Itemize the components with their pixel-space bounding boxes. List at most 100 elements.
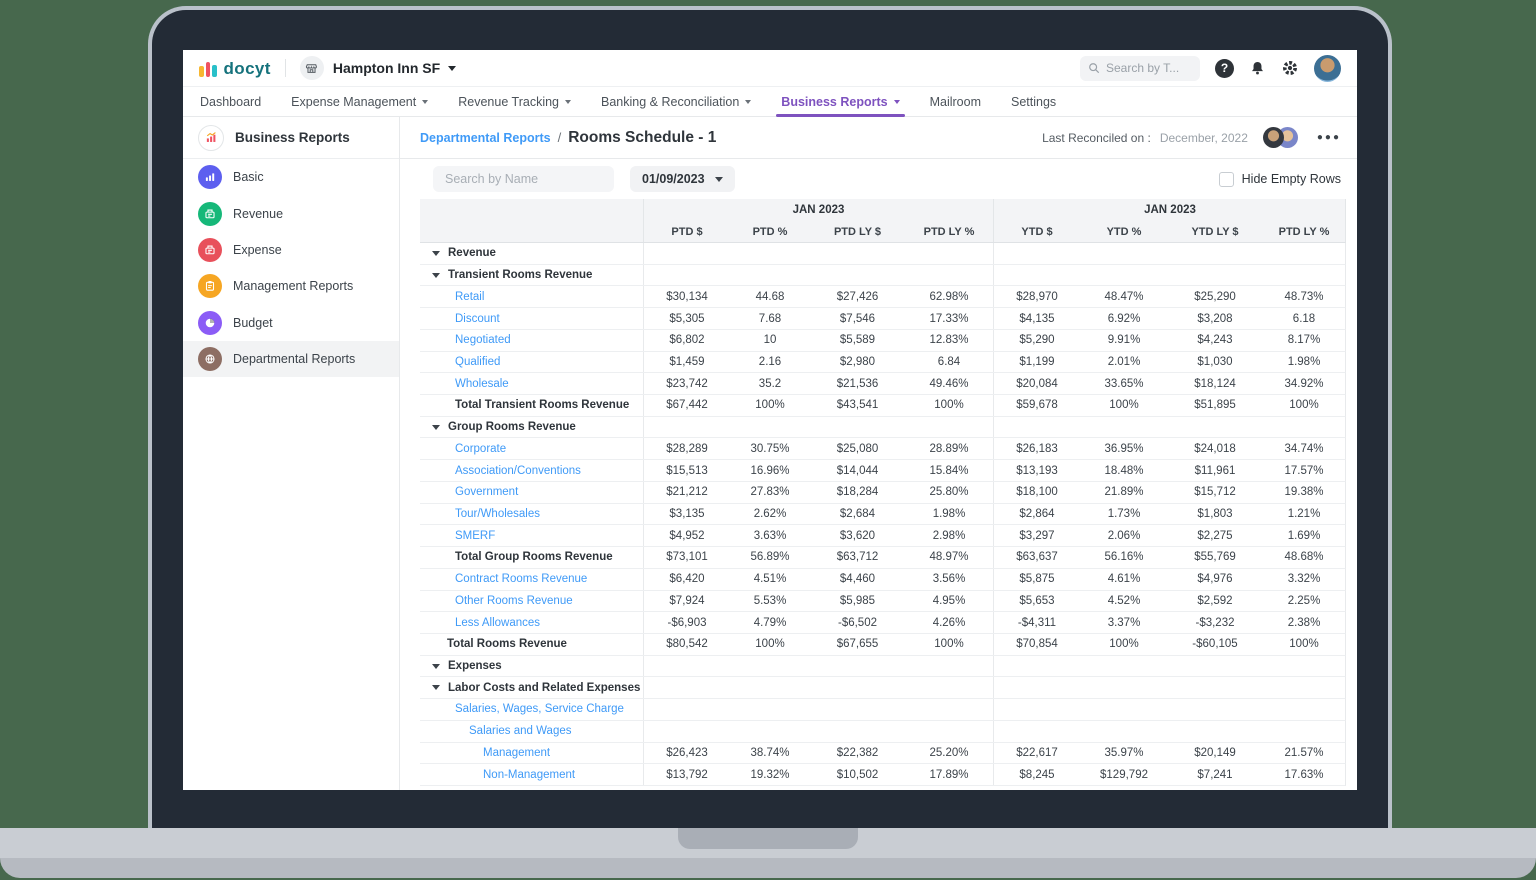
row-label[interactable]: Negotiated [455, 334, 511, 346]
value-cell: $2,684 [810, 504, 905, 525]
value-cell [993, 677, 1080, 698]
row-label[interactable]: Retail [455, 291, 484, 303]
collapse-caret-icon[interactable] [432, 273, 440, 278]
value-cell: 2.98% [905, 525, 993, 546]
nav-tab-banking-reconciliation[interactable]: Banking & Reconciliation [586, 87, 766, 116]
value-cell: $15,513 [643, 460, 730, 481]
value-cell: 100% [730, 634, 810, 655]
value-cell [1080, 721, 1168, 742]
value-cell: $28,289 [643, 438, 730, 459]
sidebar-item-budget[interactable]: Budget [183, 305, 399, 341]
value-cell [1168, 417, 1262, 438]
sidebar-item-expense[interactable]: Expense [183, 232, 399, 268]
bell-icon[interactable] [1249, 60, 1266, 76]
row-label[interactable]: Other Rooms Revenue [455, 595, 573, 607]
nav-tab-expense-management[interactable]: Expense Management [276, 87, 443, 116]
business-name[interactable]: Hampton Inn SF [333, 60, 440, 76]
value-cell [1168, 265, 1262, 286]
group-header: JAN 2023 [643, 199, 993, 221]
row-label[interactable]: Less Allowances [455, 617, 540, 629]
row-label-cell: Total Group Rooms Revenue [420, 547, 643, 568]
value-cell: $21,536 [810, 373, 905, 394]
value-cell: 2.01% [1080, 352, 1168, 373]
row-label[interactable]: Non-Management [483, 769, 575, 781]
value-cell: 100% [905, 634, 993, 655]
laptop-base-lip [0, 858, 1536, 878]
value-cell: $55,769 [1168, 547, 1262, 568]
value-cell: $59,678 [993, 395, 1080, 416]
value-cell [810, 656, 905, 677]
chevron-down-icon[interactable] [448, 66, 456, 71]
collapse-caret-icon[interactable] [432, 664, 440, 669]
hide-empty-rows-checkbox[interactable] [1219, 172, 1234, 187]
nav-tab-label: Business Reports [781, 95, 887, 109]
row-label[interactable]: Wholesale [455, 378, 509, 390]
value-cell: 1.69% [1262, 525, 1346, 546]
value-cell: 2.38% [1262, 612, 1346, 633]
value-cell [1262, 265, 1346, 286]
nav-tab-business-reports[interactable]: Business Reports [766, 87, 914, 116]
more-menu-icon[interactable]: ●●● [1317, 132, 1341, 143]
docyt-logo-icon[interactable]: docyt [199, 60, 271, 77]
sidebar-item-basic[interactable]: Basic [183, 159, 399, 195]
sidebar-item-departmental-reports[interactable]: Departmental Reports [183, 341, 399, 377]
row-label-cell: Labor Costs and Related Expenses [420, 677, 643, 698]
global-search-input[interactable] [1106, 61, 1190, 75]
nav-tab-mailroom[interactable]: Mailroom [915, 87, 996, 116]
row-label-cell: Contract Rooms Revenue [420, 569, 643, 590]
table-row: Qualified$1,4592.16$2,9806.84$1,1992.01%… [420, 352, 1346, 374]
column-header-ptd: PTD % [730, 221, 810, 242]
row-label[interactable]: Salaries and Wages [469, 725, 572, 737]
row-label-cell: Tour/Wholesales [420, 504, 643, 525]
value-cell: 17.33% [905, 308, 993, 329]
row-label[interactable]: Association/Conventions [455, 465, 581, 477]
user-avatar[interactable] [1314, 55, 1341, 82]
value-cell: $2,592 [1168, 591, 1262, 612]
sidebar-item-revenue[interactable]: Revenue [183, 195, 399, 231]
collapse-caret-icon[interactable] [432, 685, 440, 690]
value-cell: 100% [1080, 395, 1168, 416]
collapse-caret-icon[interactable] [432, 251, 440, 256]
value-cell [1080, 417, 1168, 438]
main-nav: DashboardExpense ManagementRevenue Track… [183, 87, 1357, 117]
row-label-cell: Management [420, 743, 643, 764]
row-label[interactable]: Discount [455, 313, 500, 325]
row-label[interactable]: SMERF [455, 530, 495, 542]
row-label-cell: Government [420, 482, 643, 503]
breadcrumb-link[interactable]: Departmental Reports [420, 131, 551, 145]
value-cell: $3,135 [643, 504, 730, 525]
sidebar-item-label: Expense [233, 243, 282, 257]
row-label[interactable]: Corporate [455, 443, 506, 455]
row-label[interactable]: Management [483, 747, 550, 759]
table-row: Revenue [420, 243, 1346, 265]
row-label[interactable]: Qualified [455, 356, 500, 368]
value-cell [993, 656, 1080, 677]
chevron-down-icon [894, 100, 900, 104]
table-row: Labor Costs and Related Expenses [420, 677, 1346, 699]
hide-empty-rows-label: Hide Empty Rows [1242, 172, 1341, 186]
value-cell: $10,502 [810, 764, 905, 785]
value-cell: 6.84 [905, 352, 993, 373]
value-cell: 6.18 [1262, 308, 1346, 329]
value-cell: 2.25% [1262, 591, 1346, 612]
gear-icon[interactable] [1281, 59, 1299, 77]
value-cell: 19.32% [730, 764, 810, 785]
logo-bar-yellow [199, 66, 204, 77]
sidebar-item-management-reports[interactable]: Management Reports [183, 268, 399, 304]
value-cell [1080, 656, 1168, 677]
row-label[interactable]: Contract Rooms Revenue [455, 573, 587, 585]
row-label[interactable]: Government [455, 486, 518, 498]
row-label[interactable]: Tour/Wholesales [455, 508, 540, 520]
global-search[interactable] [1080, 56, 1200, 81]
nav-tab-dashboard[interactable]: Dashboard [200, 87, 276, 116]
nav-tab-revenue-tracking[interactable]: Revenue Tracking [443, 87, 586, 116]
date-picker[interactable]: 01/09/2023 [630, 166, 735, 192]
row-label[interactable]: Salaries, Wages, Service Charge [455, 703, 624, 715]
collapse-caret-icon[interactable] [432, 425, 440, 430]
value-cell: 3.63% [730, 525, 810, 546]
search-by-name-input[interactable] [433, 166, 614, 192]
nav-tab-settings[interactable]: Settings [996, 87, 1071, 116]
last-reconciled-label: Last Reconciled on : [1042, 131, 1151, 145]
value-cell [810, 677, 905, 698]
help-icon[interactable]: ? [1215, 59, 1234, 78]
